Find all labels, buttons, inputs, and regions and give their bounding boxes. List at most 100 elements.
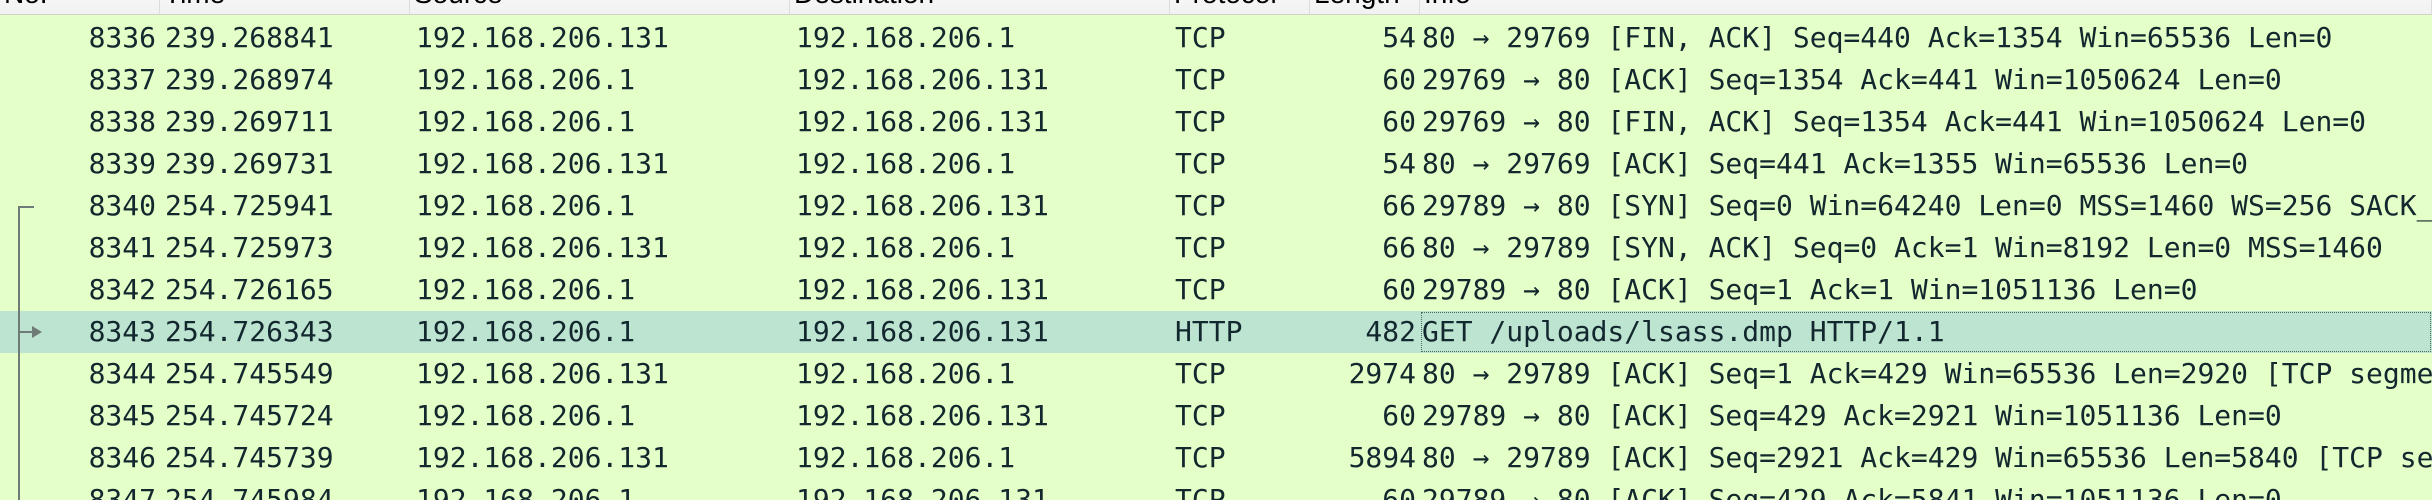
packet-length: 60 [1382,63,1416,96]
packet-number: 8338 [88,105,156,138]
packet-protocol: HTTP [1175,315,1243,348]
table-row[interactable]: 8336 239.268841 192.168.206.131 192.168.206… [0,17,2432,59]
table-row[interactable]: 8344 254.745549 192.168.206.131 192.168.206… [0,353,2432,395]
packet-destination: 192.168.206.131 [796,315,1049,348]
table-row[interactable]: 8338 239.269711 192.168.206.1 192.168.206.1… [0,101,2432,143]
column-header-source[interactable]: Source [410,0,790,14]
packet-length: 482 [1365,315,1416,348]
packet-protocol: TCP [1175,63,1226,96]
packet-destination: 192.168.206.131 [796,483,1049,500]
packet-destination: 192.168.206.131 [796,105,1049,138]
packet-info: 80 → 29769 [ACK] Seq=441 Ack=1355 Win=65… [1422,147,2249,180]
table-row[interactable]: 8341 254.725973 192.168.206.131 192.168.206… [0,227,2432,269]
packet-time: 254.726343 [165,315,334,348]
packet-protocol: TCP [1175,273,1226,306]
packet-destination: 192.168.206.131 [796,63,1049,96]
packet-protocol: TCP [1175,399,1226,432]
packet-number: 8341 [88,231,156,264]
request-arrow-icon [32,326,42,338]
packet-info: 80 → 29769 [FIN, ACK] Seq=440 Ack=1354 W… [1422,21,2333,54]
packet-length: 2974 [1348,357,1416,390]
packet-number: 8345 [88,399,156,432]
packet-destination: 192.168.206.1 [796,21,1016,54]
packet-destination: 192.168.206.1 [796,231,1016,264]
table-row[interactable]: 8342 254.726165 192.168.206.1 192.168.206.1… [0,269,2432,311]
packet-number: 8342 [88,273,156,306]
table-row[interactable]: 8337 239.268974 192.168.206.1 192.168.206.1… [0,59,2432,101]
conversation-start-marker [18,206,34,208]
packet-info: 80 → 29789 [ACK] Seq=2921 Ack=429 Win=65… [1422,441,2432,474]
packet-length: 54 [1382,147,1416,180]
table-row[interactable]: 8345 254.745724 192.168.206.1 192.168.206.1… [0,395,2432,437]
packet-protocol: TCP [1175,147,1226,180]
packet-length: 66 [1382,231,1416,264]
column-header-time[interactable]: Time [160,0,410,14]
packet-number: 8337 [88,63,156,96]
packet-length: 60 [1382,105,1416,138]
packet-destination: 192.168.206.131 [796,273,1049,306]
packet-source: 192.168.206.1 [416,315,636,348]
packet-protocol: TCP [1175,357,1226,390]
packet-info: 80 → 29789 [ACK] Seq=1 Ack=429 Win=65536… [1422,357,2432,390]
packet-source: 192.168.206.1 [416,105,636,138]
column-header-protocol[interactable]: Protocol [1170,0,1310,14]
packet-info: 29789 → 80 [ACK] Seq=429 Ack=2921 Win=10… [1422,399,2282,432]
packet-time: 254.745724 [165,399,334,432]
packet-source: 192.168.206.131 [416,21,669,54]
packet-info: 29769 → 80 [ACK] Seq=1354 Ack=441 Win=10… [1422,63,2282,96]
table-row[interactable]: 8339 239.269731 192.168.206.131 192.168.206… [0,143,2432,185]
packet-destination: 192.168.206.1 [796,441,1016,474]
packet-protocol: TCP [1175,483,1226,500]
packet-number: 8347 [88,483,156,500]
packet-time: 254.726165 [165,273,334,306]
packet-number: 8344 [88,357,156,390]
packet-info: 29789 → 80 [SYN] Seq=0 Win=64240 Len=0 M… [1422,189,2432,222]
table-row[interactable]: 8343 254.726343 192.168.206.1 192.168.206.1… [0,311,2432,353]
packet-number: 8346 [88,441,156,474]
packet-destination: 192.168.206.1 [796,147,1016,180]
packet-length: 60 [1382,399,1416,432]
packet-protocol: TCP [1175,231,1226,264]
packet-list-pane[interactable]: No. Time Source Destination Protocol Len… [0,0,2432,500]
table-row[interactable]: 8346 254.745739 192.168.206.131 192.168.206… [0,437,2432,479]
packet-info: 80 → 29789 [SYN, ACK] Seq=0 Ack=1 Win=81… [1422,231,2383,264]
packet-source: 192.168.206.131 [416,357,669,390]
packet-destination: 192.168.206.131 [796,399,1049,432]
packet-protocol: TCP [1175,21,1226,54]
packet-info: 29789 → 80 [ACK] Seq=429 Ack=5841 Win=10… [1422,483,2282,500]
packet-source: 192.168.206.1 [416,483,636,500]
column-header-destination[interactable]: Destination [790,0,1170,14]
packet-source: 192.168.206.1 [416,273,636,306]
packet-time: 254.745549 [165,357,334,390]
packet-info: 29769 → 80 [FIN, ACK] Seq=1354 Ack=441 W… [1422,105,2367,138]
packet-protocol: TCP [1175,441,1226,474]
packet-number: 8336 [88,21,156,54]
packet-time: 254.745739 [165,441,334,474]
packet-protocol: TCP [1175,189,1226,222]
packet-source: 192.168.206.1 [416,399,636,432]
packet-time: 239.268974 [165,63,334,96]
packet-time: 254.725941 [165,189,334,222]
packet-source: 192.168.206.131 [416,231,669,264]
packet-destination: 192.168.206.1 [796,357,1016,390]
packet-info: GET /uploads/lsass.dmp HTTP/1.1 [1420,311,2432,353]
column-header-info[interactable]: Info [1420,0,2432,14]
packet-length: 66 [1382,189,1416,222]
packet-source: 192.168.206.1 [416,189,636,222]
packet-time: 239.269711 [165,105,334,138]
packet-time: 254.745984 [165,483,334,500]
packet-length: 60 [1382,273,1416,306]
packet-source: 192.168.206.131 [416,147,669,180]
packet-destination: 192.168.206.131 [796,189,1049,222]
packet-source: 192.168.206.131 [416,441,669,474]
table-row[interactable]: 8347 254.745984 192.168.206.1 192.168.206.1… [0,479,2432,500]
conversation-line [18,206,20,500]
packet-list-header: No. Time Source Destination Protocol Len… [0,0,2432,15]
packet-source: 192.168.206.1 [416,63,636,96]
table-row[interactable]: 8340 254.725941 192.168.206.1 192.168.206.1… [0,185,2432,227]
column-header-length[interactable]: Length [1310,0,1420,14]
packet-time: 254.725973 [165,231,334,264]
packet-time: 239.269731 [165,147,334,180]
column-header-no[interactable]: No. [0,0,160,14]
packet-rows: 8336 239.268841 192.168.206.131 192.168.206… [0,17,2432,500]
